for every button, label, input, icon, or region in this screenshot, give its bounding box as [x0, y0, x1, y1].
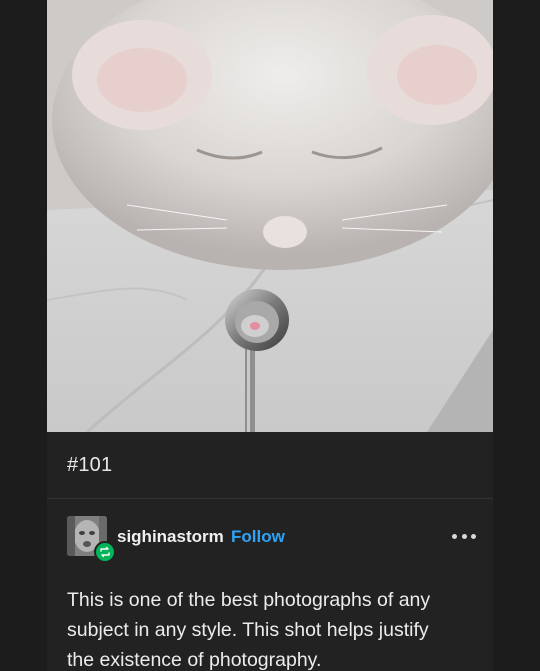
reblog-username[interactable]: sighinastorm	[117, 527, 224, 547]
ellipsis-icon[interactable]	[452, 528, 476, 544]
reblog-body: This is one of the best photographs of a…	[67, 585, 467, 671]
body-line: This is one of the best photographs of a…	[67, 589, 431, 611]
dot	[471, 533, 476, 539]
dot	[461, 533, 467, 539]
dot	[452, 533, 457, 539]
post-photo[interactable]	[47, 0, 493, 432]
body-line: the existence of photography.	[67, 649, 322, 671]
dashboard-page: #101 sighinastorm Follow This is one of …	[0, 0, 540, 671]
body-line: subject in any style. This shot helps ju…	[67, 619, 429, 641]
reblog-arrows	[100, 546, 110, 558]
cat-photo-illustration	[47, 0, 493, 432]
divider	[47, 498, 493, 499]
post-tag[interactable]: #101	[67, 454, 112, 477]
reblog-icon	[94, 541, 116, 563]
follow-button[interactable]: Follow	[231, 527, 285, 547]
